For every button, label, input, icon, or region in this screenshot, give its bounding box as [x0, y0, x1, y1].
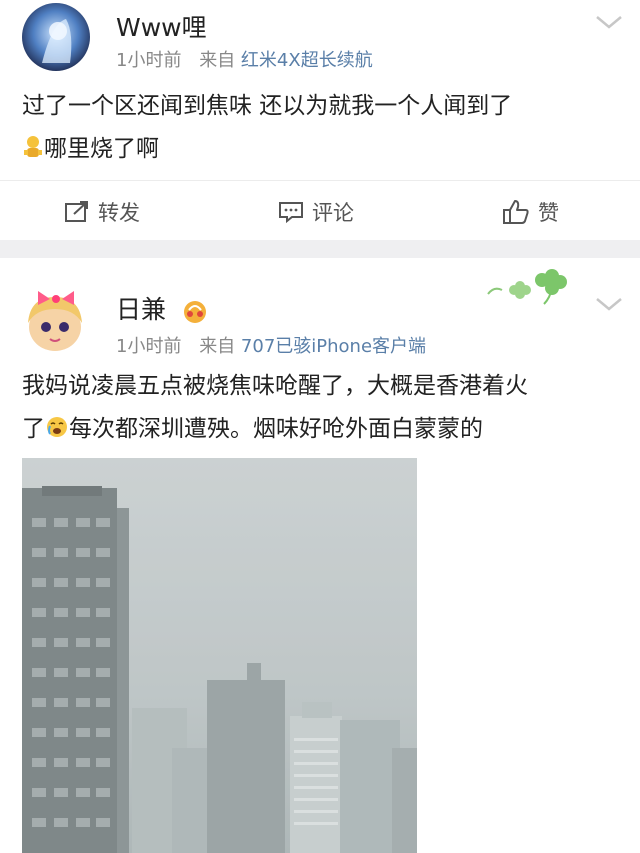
- repost-button[interactable]: 转发: [64, 197, 140, 227]
- source-device-link[interactable]: 707已骇iPhone客户端: [241, 336, 426, 357]
- action-bar: 转发 评论 赞: [0, 180, 640, 241]
- post-text-line: 哪里烧了啊: [22, 128, 512, 171]
- vip-badge-icon: [183, 301, 206, 323]
- username[interactable]: Www哩: [116, 8, 207, 44]
- post-photo[interactable]: [22, 458, 417, 853]
- source-prefix: 来自: [199, 336, 236, 357]
- post-text-line: 了 每次都深圳遭殃。烟味好呛外面白蒙蒙的: [22, 416, 483, 442]
- avatar[interactable]: [22, 3, 90, 71]
- post-text-line: 我妈说凌晨五点被烧焦味呛醒了，大概是香港着火: [22, 373, 528, 399]
- comment-icon: [279, 202, 303, 224]
- post-time: 1小时前: [116, 50, 182, 71]
- like-icon: [503, 200, 529, 224]
- post-text: 我妈说凌晨五点被烧焦味呛醒了，大概是香港着火 了 每次都深圳遭殃。烟味好呛外面白…: [22, 365, 528, 451]
- chevron-down-icon[interactable]: [594, 12, 624, 32]
- crying-emoji-icon: [47, 417, 67, 437]
- shrug-emoji-icon: [24, 136, 42, 157]
- avatar[interactable]: [20, 283, 90, 353]
- post-text-line: 过了一个区还闻到焦味 还以为就我一个人闻到了: [22, 93, 513, 119]
- post-meta: 1小时前 来自 707已骇iPhone客户端: [116, 332, 426, 358]
- post-card-1: Www哩 1小时前 来自 红米4X超长续航 过了一个区还闻到焦味 还以为就我一个…: [0, 0, 640, 240]
- feed-divider: [0, 240, 640, 258]
- post-meta: 1小时前 来自 红米4X超长续航: [116, 46, 373, 72]
- like-button[interactable]: 赞: [502, 197, 559, 227]
- source-prefix: 来自: [199, 50, 236, 71]
- chevron-down-icon[interactable]: [594, 294, 624, 314]
- comment-button[interactable]: 评论: [278, 197, 354, 227]
- username: 日兼: [116, 290, 210, 326]
- post-time: 1小时前: [116, 336, 182, 357]
- post-text: 过了一个区还闻到焦味 还以为就我一个人闻到了 哪里烧了啊: [22, 85, 512, 171]
- clover-icon: [487, 269, 567, 305]
- source-device-link[interactable]: 红米4X超长续航: [241, 50, 373, 71]
- repost-icon: [65, 201, 88, 222]
